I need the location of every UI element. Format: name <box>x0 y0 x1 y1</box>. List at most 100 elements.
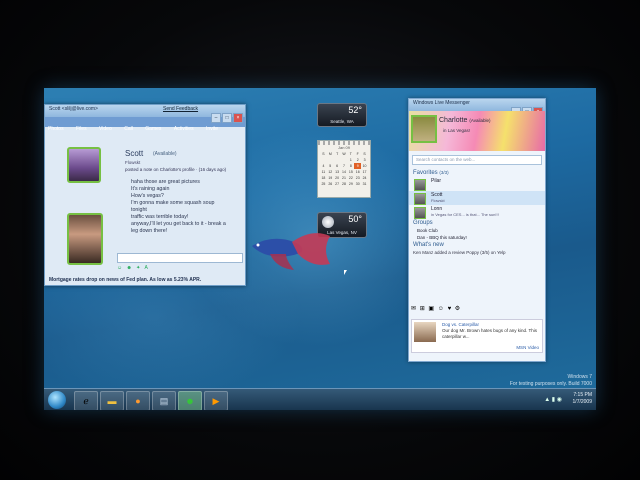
heart-icon[interactable]: ♥ <box>448 306 452 312</box>
chat-message: tonight <box>131 207 147 213</box>
user-display-name: Charlotte <box>439 117 468 124</box>
favorites-header[interactable]: Favorites (3/3) <box>409 169 545 177</box>
gear-icon[interactable]: ⚙ <box>455 306 460 312</box>
contact-name: Scott <box>431 192 443 198</box>
calendar-month: Jan 09 <box>337 145 350 150</box>
calendar-day[interactable]: 31 <box>361 181 368 187</box>
contact-avatar[interactable] <box>67 147 101 183</box>
profile-banner: Charlotte (Available) in Las Vegas! <box>409 111 545 151</box>
windows-icon[interactable]: ⊞ <box>420 306 425 312</box>
menu-video[interactable]: Video <box>99 126 112 132</box>
mouse-cursor <box>344 270 347 275</box>
chat-toolbar: ☺ ☻ ✦ A <box>117 265 151 271</box>
calendar-day[interactable]: 29 <box>347 181 354 187</box>
menu-files[interactable]: Files <box>76 126 87 132</box>
window-controls: –□× <box>210 106 243 124</box>
chat-message: traffic was terrible today! <box>131 214 189 220</box>
chat-message: leg down there! <box>131 228 168 234</box>
clock-time: 7:15 PM <box>573 392 592 398</box>
calendar-day[interactable]: 25 <box>320 181 327 187</box>
news-ticker[interactable]: Mortgage rates drop on news of Fed plan.… <box>49 277 201 283</box>
desktop-screen: Scott <slilj@live.com> Send Feedback – □ ×… <box>44 88 596 410</box>
ie-icon[interactable]: ℯ <box>74 391 98 410</box>
contact-list-item[interactable]: Scott Flowskt <box>409 191 545 205</box>
user-name[interactable]: Charlotte (Available) <box>439 117 491 124</box>
user-status: (Available) <box>469 118 491 123</box>
favorites-label: Favorites <box>413 170 438 176</box>
weather-temp: 50° <box>348 214 362 224</box>
calendar-gadget[interactable]: Jan 09 S M T W T F S 1 2 3 4 5 6 7 8 9 10 11 12 13 14 15 16 17 1… <box>317 140 371 198</box>
close-icon[interactable]: × <box>233 113 243 123</box>
menu-call[interactable]: Call <box>124 126 133 132</box>
menu-invite[interactable]: Invite <box>206 126 218 132</box>
message-input[interactable] <box>117 253 243 263</box>
chat-message: haha those are great pictures <box>131 179 200 185</box>
messenger-titlebar[interactable]: Windows Live Messenger –□× <box>409 99 545 117</box>
calendar-grid: S M T W T F S 1 2 3 4 5 6 7 8 9 10 11 12 13 14 15 16 17 18 19 20 21… <box>320 151 368 187</box>
tray-clock[interactable]: 7:15 PM 1/7/2009 <box>573 392 592 406</box>
self-avatar[interactable] <box>67 213 103 265</box>
user-avatar[interactable] <box>411 115 437 143</box>
contact-avatar-small <box>414 207 426 219</box>
sidebar-icon[interactable]: ▤ <box>152 391 176 410</box>
messenger-icon[interactable]: ☻ <box>178 391 202 410</box>
mail-icon[interactable]: ✉ <box>411 306 416 312</box>
menu-photos[interactable]: Photos <box>48 126 64 132</box>
messenger-title: Windows Live Messenger <box>413 100 470 106</box>
chat-message: How's vegas? <box>131 193 164 199</box>
calendar-day[interactable]: 28 <box>341 181 348 187</box>
group-item[interactable]: Book Club <box>409 227 545 234</box>
folder-icon[interactable]: ▬ <box>100 391 124 410</box>
nudge-icon[interactable]: ✦ <box>136 265 140 271</box>
chat-window[interactable]: Scott <slilj@live.com> Send Feedback – □ ×… <box>44 104 246 286</box>
media-icon[interactable]: ● <box>126 391 150 410</box>
menu-activities[interactable]: Activities <box>174 126 194 132</box>
ad-text: Our dog Mr. Brown hates bugs of any kind… <box>442 328 537 339</box>
taskbar: ℯ ▬ ● ▤ ☻ ▶ ▲ ▮ ◉ 7:15 PM 1/7/2009 <box>44 388 596 410</box>
ad-source[interactable]: MSN Video <box>516 345 539 350</box>
contact-activity-note[interactable]: posted a note on Charlotte's profile · (… <box>125 167 226 172</box>
calendar-day[interactable]: 30 <box>354 181 361 187</box>
video-ad[interactable]: Dog vs. Caterpillar Our dog Mr. Brown ha… <box>411 319 543 353</box>
ad-title[interactable]: Dog vs. Caterpillar <box>442 322 479 327</box>
contact-list-item[interactable]: Pilar <box>409 177 545 191</box>
contact-name: Lonn <box>431 206 443 212</box>
wink-icon[interactable]: ☻ <box>127 265 132 271</box>
contact-avatar-small <box>414 193 426 205</box>
calendar-day[interactable]: 27 <box>334 181 341 187</box>
group-item[interactable]: Dan - BBQ this saturday! <box>409 234 545 241</box>
chat-log: haha those are great pictures It's raini… <box>131 179 236 235</box>
minimize-icon[interactable]: – <box>211 113 221 123</box>
photo-icon[interactable]: ▣ <box>428 306 434 312</box>
contact-status: (Available) <box>153 151 177 157</box>
ad-thumbnail <box>414 322 436 342</box>
menu-games[interactable]: Games <box>145 126 161 132</box>
favorites-count: (3/3) <box>439 170 449 175</box>
weather-city: Seattle, WA <box>330 119 354 124</box>
betta-fish-wallpaper <box>252 233 330 270</box>
play-icon[interactable]: ▶ <box>204 391 228 410</box>
contact-list-item[interactable]: Lonn in Vegas for CES... is that... The … <box>409 205 545 219</box>
contact-name: Scott <box>125 149 144 158</box>
start-button[interactable] <box>48 391 66 409</box>
chat-message: anyway,I'll let you get back to it - bre… <box>131 221 226 227</box>
contact-status: Flowskt <box>431 198 445 203</box>
smiley-icon[interactable]: ☺ <box>117 265 122 271</box>
send-feedback-link[interactable]: Send Feedback <box>163 106 198 112</box>
whats-new-item[interactable]: Ken Manz added a review Poppy (3/5) on Y… <box>409 249 545 256</box>
messenger-window[interactable]: Windows Live Messenger –□× Charlotte (Av… <box>408 98 546 362</box>
messenger-app-icons: ✉ ⊞ ▣ ☺ ♥ ⚙ <box>411 305 462 312</box>
watermark-os: Windows 7 <box>567 374 592 380</box>
watermark-build: For testing purposes only. Build 7000 <box>509 381 592 387</box>
chat-titlebar[interactable]: Scott <slilj@live.com> Send Feedback – □ × <box>45 105 245 123</box>
people-icon[interactable]: ☺ <box>438 306 444 312</box>
contact-search-input[interactable]: Search contacts on the web... <box>412 155 542 165</box>
maximize-icon[interactable]: □ <box>222 113 232 123</box>
weather-gadget-seattle[interactable]: 52° Seattle, WA <box>317 103 367 127</box>
contact-status: in Vegas for CES... is that... The sun!!… <box>431 212 499 217</box>
groups-header[interactable]: Groups <box>409 219 545 227</box>
calendar-day[interactable]: 26 <box>327 181 334 187</box>
user-personal-message[interactable]: in Las Vegas! <box>443 128 470 133</box>
system-tray-icons[interactable]: ▲ ▮ ◉ <box>544 396 562 403</box>
font-icon[interactable]: A <box>144 265 147 271</box>
